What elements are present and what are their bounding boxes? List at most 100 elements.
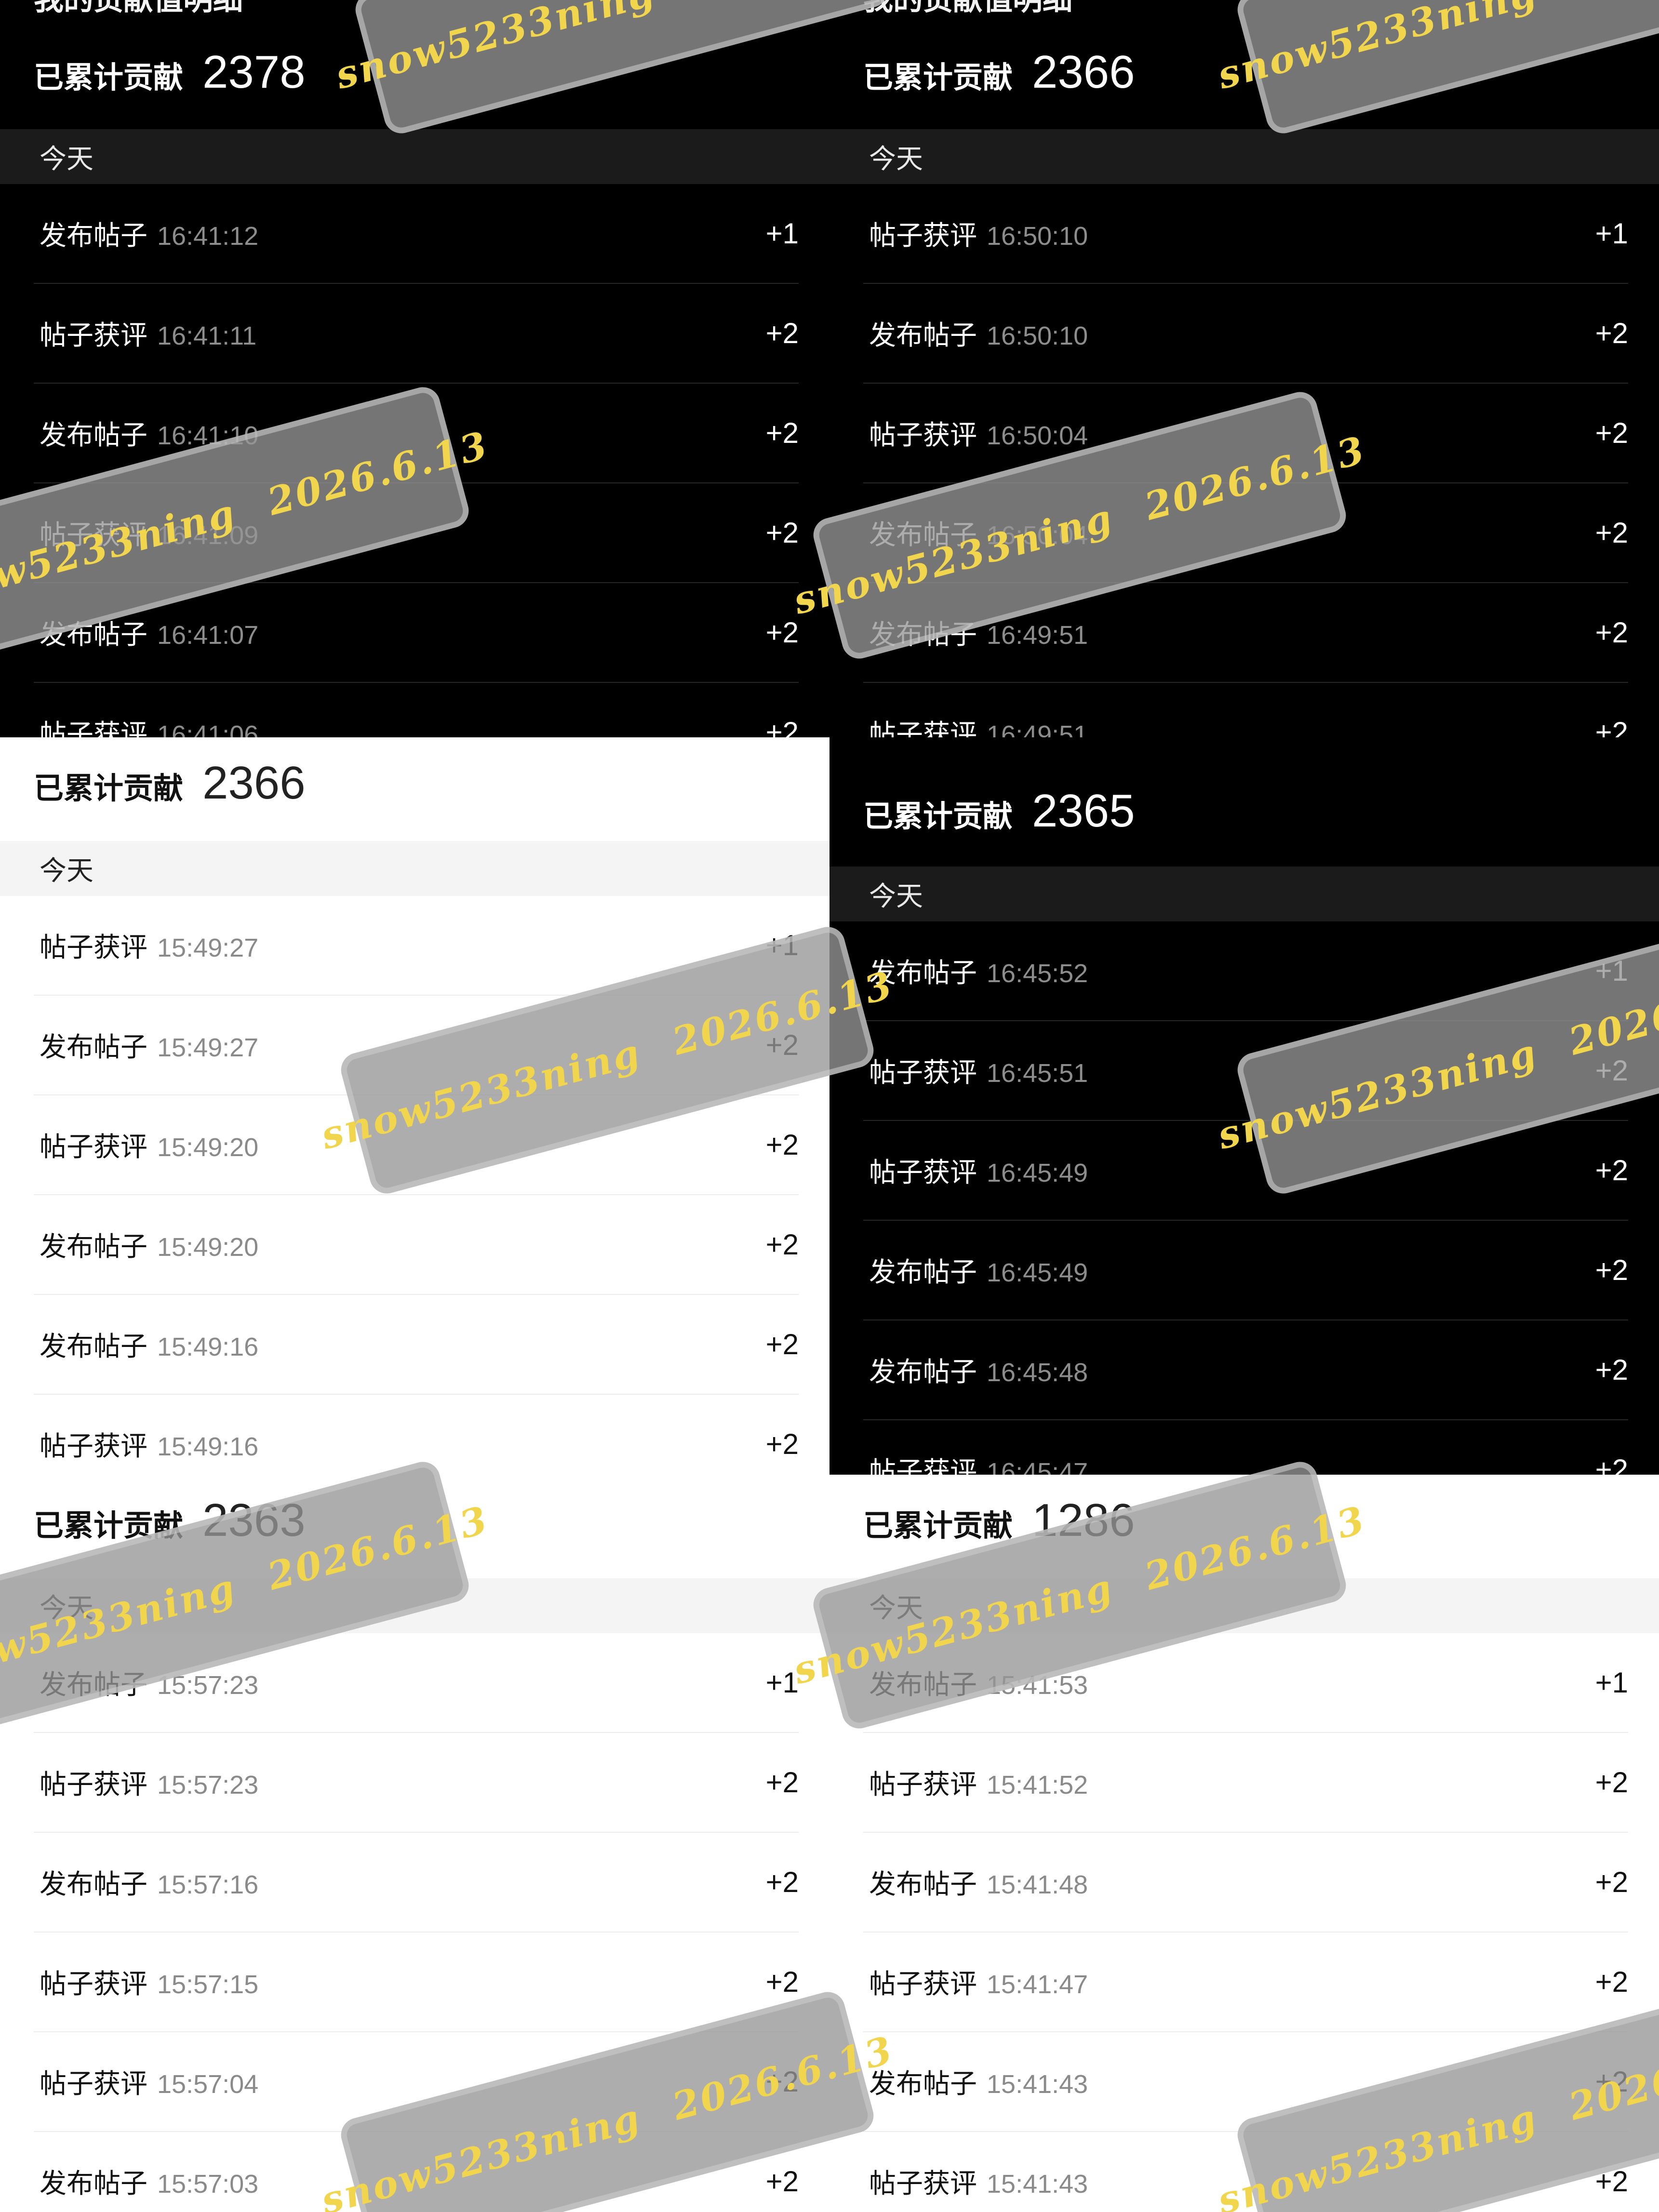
item-points: +2 [1595, 417, 1628, 449]
list-item[interactable]: 发布帖子 16:45:52 +1 [863, 921, 1628, 1021]
list-item[interactable]: 发布帖子 15:41:43 +2 [863, 2032, 1628, 2132]
list-item[interactable]: 帖子获评 15:49:20 +2 [34, 1095, 799, 1195]
list-item[interactable]: 帖子获评 16:50:10 +1 [863, 184, 1628, 284]
item-time: 15:41:52 [987, 1771, 1088, 1799]
list-item[interactable]: 帖子获评 15:57:23 +2 [34, 1733, 799, 1833]
item-points: +2 [765, 2165, 799, 2198]
item-time: 15:57:15 [157, 1970, 259, 1999]
item-action: 发布帖子 [40, 619, 147, 650]
panel-heading: 我的贡献值明细 [863, 0, 1072, 18]
item-time: 16:41:06 [157, 720, 259, 737]
item-time: 16:45:49 [987, 1159, 1088, 1187]
item-points: +2 [1595, 1766, 1628, 1799]
item-action: 帖子获评 [40, 320, 147, 350]
list-item[interactable]: 发布帖子 16:49:51 +2 [863, 583, 1628, 683]
item-points: +2 [765, 2065, 799, 2098]
list-item[interactable]: 帖子获评 15:49:16 +2 [34, 1395, 799, 1475]
item-time: 16:45:51 [987, 1059, 1088, 1088]
list-item[interactable]: 帖子获评 15:41:43 +2 [863, 2132, 1628, 2212]
item-points: +2 [765, 417, 799, 449]
item-points: +2 [1595, 716, 1628, 737]
list-item[interactable]: 发布帖子 16:45:49 +2 [863, 1221, 1628, 1320]
list-item[interactable]: 帖子获评 15:41:47 +2 [863, 1932, 1628, 2032]
list-item[interactable]: 发布帖子 16:50:10 +2 [863, 284, 1628, 384]
list-item[interactable]: 发布帖子 15:57:23 +1 [34, 1633, 799, 1733]
item-time: 16:49:51 [987, 720, 1088, 737]
item-time: 15:49:16 [157, 1432, 259, 1461]
item-action: 发布帖子 [40, 1331, 147, 1361]
list-item[interactable]: 帖子获评 16:45:47 +2 [863, 1420, 1628, 1475]
item-action: 发布帖子 [40, 420, 147, 450]
list-item[interactable]: 帖子获评 15:49:27 +1 [34, 896, 799, 996]
item-points: +2 [765, 1228, 799, 1261]
list-item[interactable]: 发布帖子 15:49:16 +2 [34, 1295, 799, 1395]
contribution-panel-1: 我的贡献值明细 已累计贡献 2378 今天 发布帖子 16:41:12 +1 帖子获… [0, 0, 830, 737]
list-item[interactable]: 发布帖子 15:49:20 +2 [34, 1195, 799, 1295]
list-item[interactable]: 帖子获评 15:41:52 +2 [863, 1733, 1628, 1833]
total-value: 1286 [1032, 1494, 1135, 1546]
list-item[interactable]: 帖子获评 15:57:15 +2 [34, 1932, 799, 2032]
list-item[interactable]: 发布帖子 15:57:03 +2 [34, 2132, 799, 2212]
panel-heading: 我的贡献值明细 [34, 0, 243, 18]
item-action: 帖子获评 [40, 1431, 147, 1461]
total-value: 2366 [202, 757, 306, 809]
item-time: 15:57:23 [157, 1771, 259, 1799]
item-action: 发布帖子 [869, 619, 977, 650]
contribution-list: 帖子获评 15:49:27 +1 发布帖子 15:49:27 +2 帖子获评 15:49:… [34, 896, 799, 1475]
day-header: 今天 [830, 866, 1659, 921]
list-item[interactable]: 帖子获评 16:45:49 +2 [863, 1121, 1628, 1221]
list-item[interactable]: 帖子获评 16:45:51 +2 [863, 1021, 1628, 1121]
item-action: 发布帖子 [869, 320, 977, 350]
list-item[interactable]: 发布帖子 16:41:07 +2 [34, 583, 799, 683]
total-contribution: 已累计贡献 2363 [34, 1494, 306, 1547]
item-points: +1 [765, 1666, 799, 1699]
item-time: 15:41:53 [987, 1671, 1088, 1700]
total-contribution: 已累计贡献 2366 [863, 46, 1135, 99]
item-action: 帖子获评 [40, 1969, 147, 1999]
total-value: 2363 [202, 1494, 306, 1546]
list-item[interactable]: 发布帖子 16:50:04 +2 [863, 483, 1628, 583]
item-time: 16:41:07 [157, 621, 259, 650]
list-item[interactable]: 发布帖子 15:49:27 +2 [34, 996, 799, 1095]
list-item[interactable]: 帖子获评 16:41:06 +2 [34, 683, 799, 737]
item-points: +1 [765, 217, 799, 250]
item-points: +2 [765, 1866, 799, 1898]
item-time: 15:49:20 [157, 1133, 259, 1162]
item-points: +2 [1595, 1254, 1628, 1286]
list-item[interactable]: 帖子获评 16:50:04 +2 [863, 384, 1628, 483]
item-action: 帖子获评 [40, 2068, 147, 2099]
total-value: 2378 [202, 46, 306, 98]
item-action: 帖子获评 [40, 520, 147, 550]
item-action: 帖子获评 [869, 1057, 977, 1088]
item-action: 帖子获评 [869, 220, 977, 251]
item-time: 15:57:23 [157, 1671, 259, 1700]
list-item[interactable]: 帖子获评 16:41:11 +2 [34, 284, 799, 384]
item-points: +2 [1595, 1354, 1628, 1386]
item-time: 16:49:51 [987, 621, 1088, 650]
list-item[interactable]: 发布帖子 16:41:12 +1 [34, 184, 799, 284]
list-item[interactable]: 发布帖子 15:57:16 +2 [34, 1833, 799, 1932]
item-time: 16:41:11 [157, 321, 257, 350]
list-item[interactable]: 发布帖子 15:41:48 +2 [863, 1833, 1628, 1932]
item-action: 发布帖子 [869, 520, 977, 550]
item-points: +2 [765, 317, 799, 349]
item-action: 帖子获评 [869, 1769, 977, 1799]
list-item[interactable]: 帖子获评 16:49:51 +2 [863, 683, 1628, 737]
list-item[interactable]: 发布帖子 16:45:48 +2 [863, 1320, 1628, 1420]
list-item[interactable]: 发布帖子 16:41:10 +2 [34, 384, 799, 483]
item-action: 发布帖子 [40, 1669, 147, 1700]
item-time: 16:45:49 [987, 1258, 1088, 1287]
list-item[interactable]: 发布帖子 15:41:53 +1 [863, 1633, 1628, 1733]
item-action: 帖子获评 [869, 1456, 977, 1475]
item-time: 16:50:10 [987, 321, 1088, 350]
total-value: 2365 [1032, 785, 1135, 837]
item-action: 发布帖子 [869, 1257, 977, 1287]
item-points: +2 [1595, 2065, 1628, 2098]
item-time: 15:57:04 [157, 2070, 259, 2099]
item-points: +2 [765, 1766, 799, 1799]
item-action: 发布帖子 [869, 2068, 977, 2099]
list-item[interactable]: 帖子获评 16:41:09 +2 [34, 483, 799, 583]
list-item[interactable]: 帖子获评 15:57:04 +2 [34, 2032, 799, 2132]
item-action: 发布帖子 [869, 1669, 977, 1700]
item-points: +2 [1595, 1054, 1628, 1087]
